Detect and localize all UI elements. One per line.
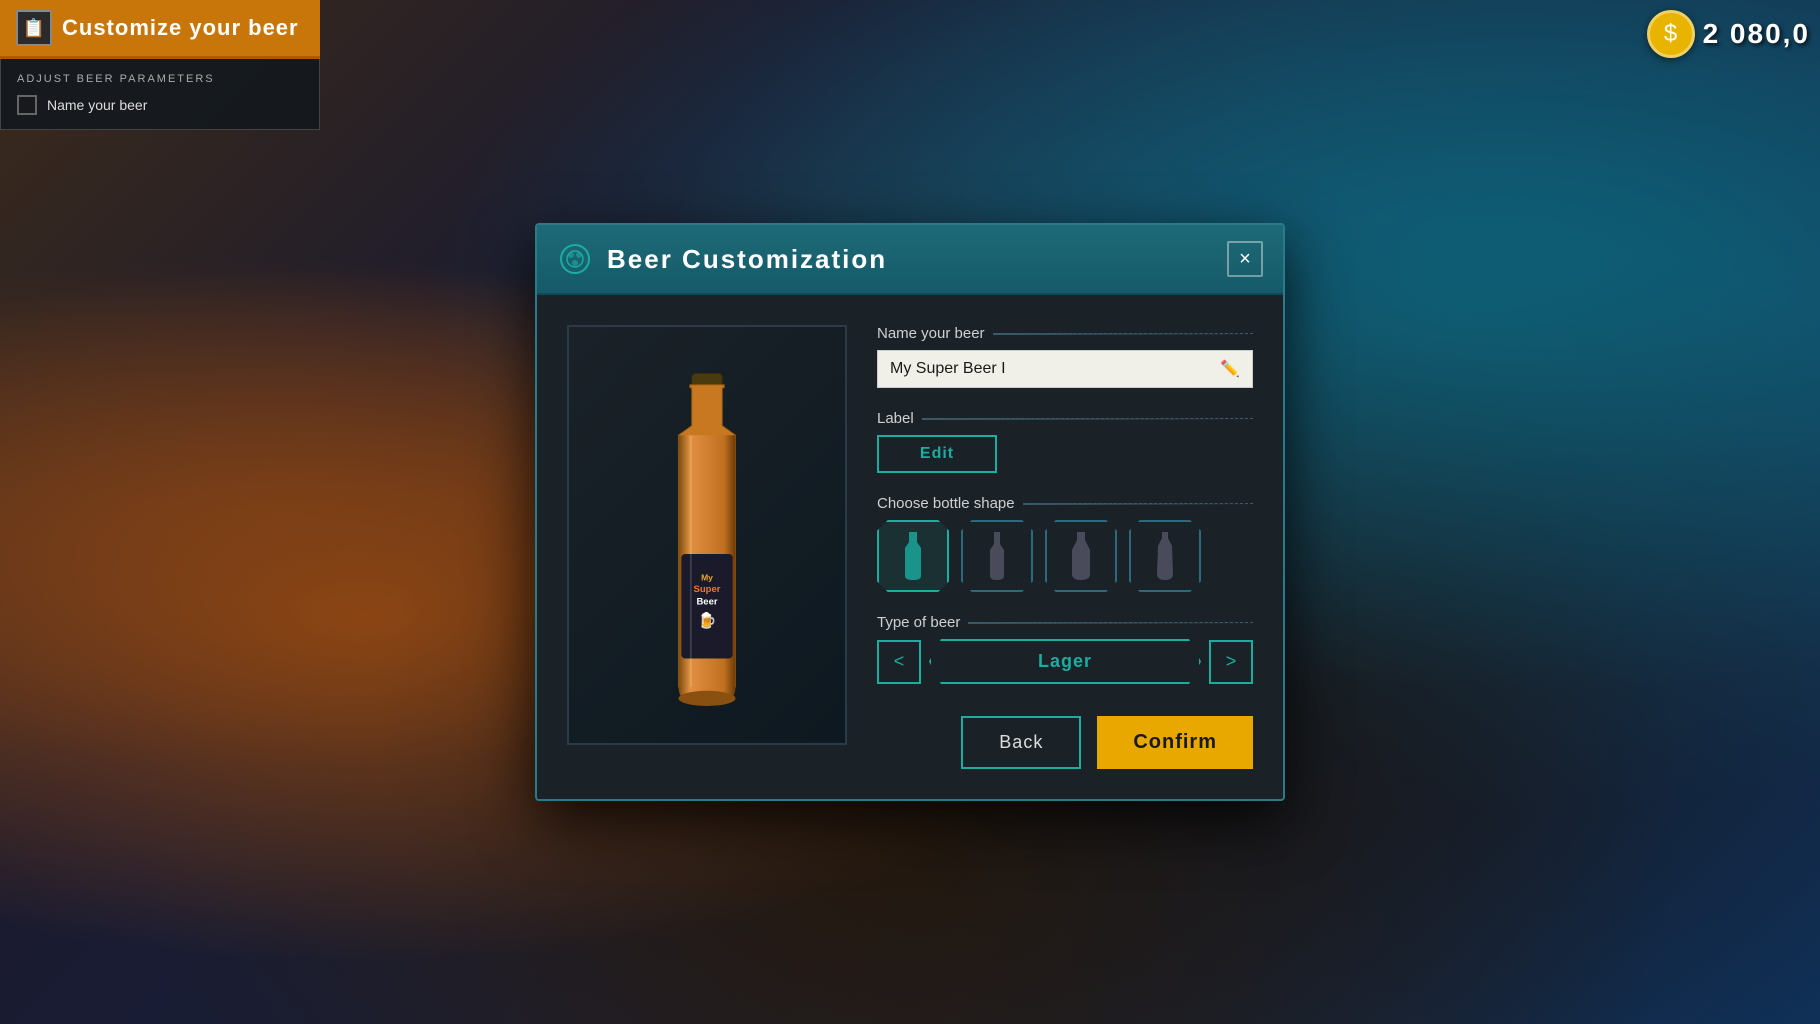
svg-text:Super: Super	[694, 584, 721, 595]
bottle-shapes-container	[877, 520, 1253, 592]
modal-header-left: Beer Customization	[557, 241, 887, 277]
modal-title: Beer Customization	[607, 244, 887, 275]
bottle-preview: My Super Beer 🍺	[567, 325, 847, 745]
beer-type-prev-button[interactable]: <	[877, 640, 921, 684]
back-button[interactable]: Back	[961, 716, 1081, 769]
bottle-shape-2[interactable]	[961, 520, 1033, 592]
beer-customization-modal: Beer Customization ×	[535, 223, 1285, 801]
modal-body: My Super Beer 🍺 Name your beer ✏	[537, 295, 1283, 799]
name-group: Name your beer ✏️	[877, 325, 1253, 388]
beer-type-label: Type of beer	[877, 614, 1253, 631]
beer-type-value: Lager	[929, 639, 1201, 684]
svg-text:My: My	[701, 573, 713, 583]
beer-type-group: Type of beer < Lager >	[877, 614, 1253, 684]
bottle-shape-3[interactable]	[1045, 520, 1117, 592]
label-group: Label Edit	[877, 410, 1253, 473]
beer-type-next-button[interactable]: >	[1209, 640, 1253, 684]
name-input-wrapper[interactable]: ✏️	[877, 350, 1253, 388]
beer-type-selector: < Lager >	[877, 639, 1253, 684]
name-label: Name your beer	[877, 325, 1253, 342]
edit-label-button[interactable]: Edit	[877, 435, 997, 473]
svg-text:🍺: 🍺	[698, 610, 717, 629]
bottle-shape-label: Choose bottle shape	[877, 495, 1253, 512]
beer-icon	[557, 241, 593, 277]
svg-text:Beer: Beer	[696, 596, 717, 607]
edit-pencil-icon[interactable]: ✏️	[1220, 359, 1240, 379]
label-section-label: Label	[877, 410, 1253, 427]
bottle-shape-1[interactable]	[877, 520, 949, 592]
modal-header: Beer Customization ×	[537, 225, 1283, 295]
bottle-shape-4[interactable]	[1129, 520, 1201, 592]
action-buttons: Back Confirm	[877, 716, 1253, 769]
bottle-shape-group: Choose bottle shape	[877, 495, 1253, 592]
controls-section: Name your beer ✏️ Label Edit Choose bott…	[877, 325, 1253, 769]
confirm-button[interactable]: Confirm	[1097, 716, 1253, 769]
beer-name-input[interactable]	[890, 360, 1220, 378]
modal-overlay: Beer Customization ×	[0, 0, 1820, 1024]
modal-close-button[interactable]: ×	[1227, 241, 1263, 277]
bottle-image: My Super Beer 🍺	[617, 345, 797, 725]
